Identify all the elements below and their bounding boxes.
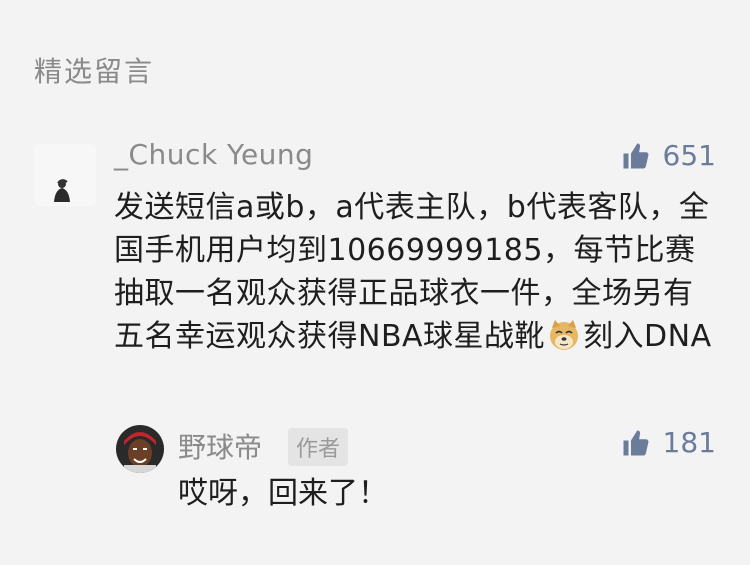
comment-like-count: 651 (662, 139, 716, 172)
comment-text-tail: 刻入DNA (583, 319, 712, 354)
reply-like-button[interactable]: 181 (621, 426, 716, 459)
section-title: 精选留言 (34, 55, 155, 88)
user-avatar[interactable] (34, 144, 96, 206)
comments-page: 精选留言 _Chuck Yeung 651 发送短信a或b，a代表主队，b代表客… (0, 0, 750, 565)
reply-like-count: 181 (662, 426, 716, 459)
author-avatar-image (116, 425, 164, 473)
author-avatar[interactable] (116, 425, 164, 473)
comment-text: 发送短信a或b，a代表主队，b代表客队，全国手机用户均到10669999185，… (114, 186, 714, 358)
doge-emoji-icon (550, 320, 579, 350)
user-avatar-image (34, 144, 96, 206)
reply-text: 哎呀，回来了！ (178, 476, 388, 511)
author-badge: 作者 (288, 428, 349, 466)
comment-username[interactable]: _Chuck Yeung (114, 138, 313, 171)
comment-like-button[interactable]: 651 (621, 139, 716, 172)
reply-username[interactable]: 野球帝 (178, 426, 262, 466)
thumbs-up-icon (623, 143, 648, 168)
thumbs-up-icon (623, 430, 648, 455)
